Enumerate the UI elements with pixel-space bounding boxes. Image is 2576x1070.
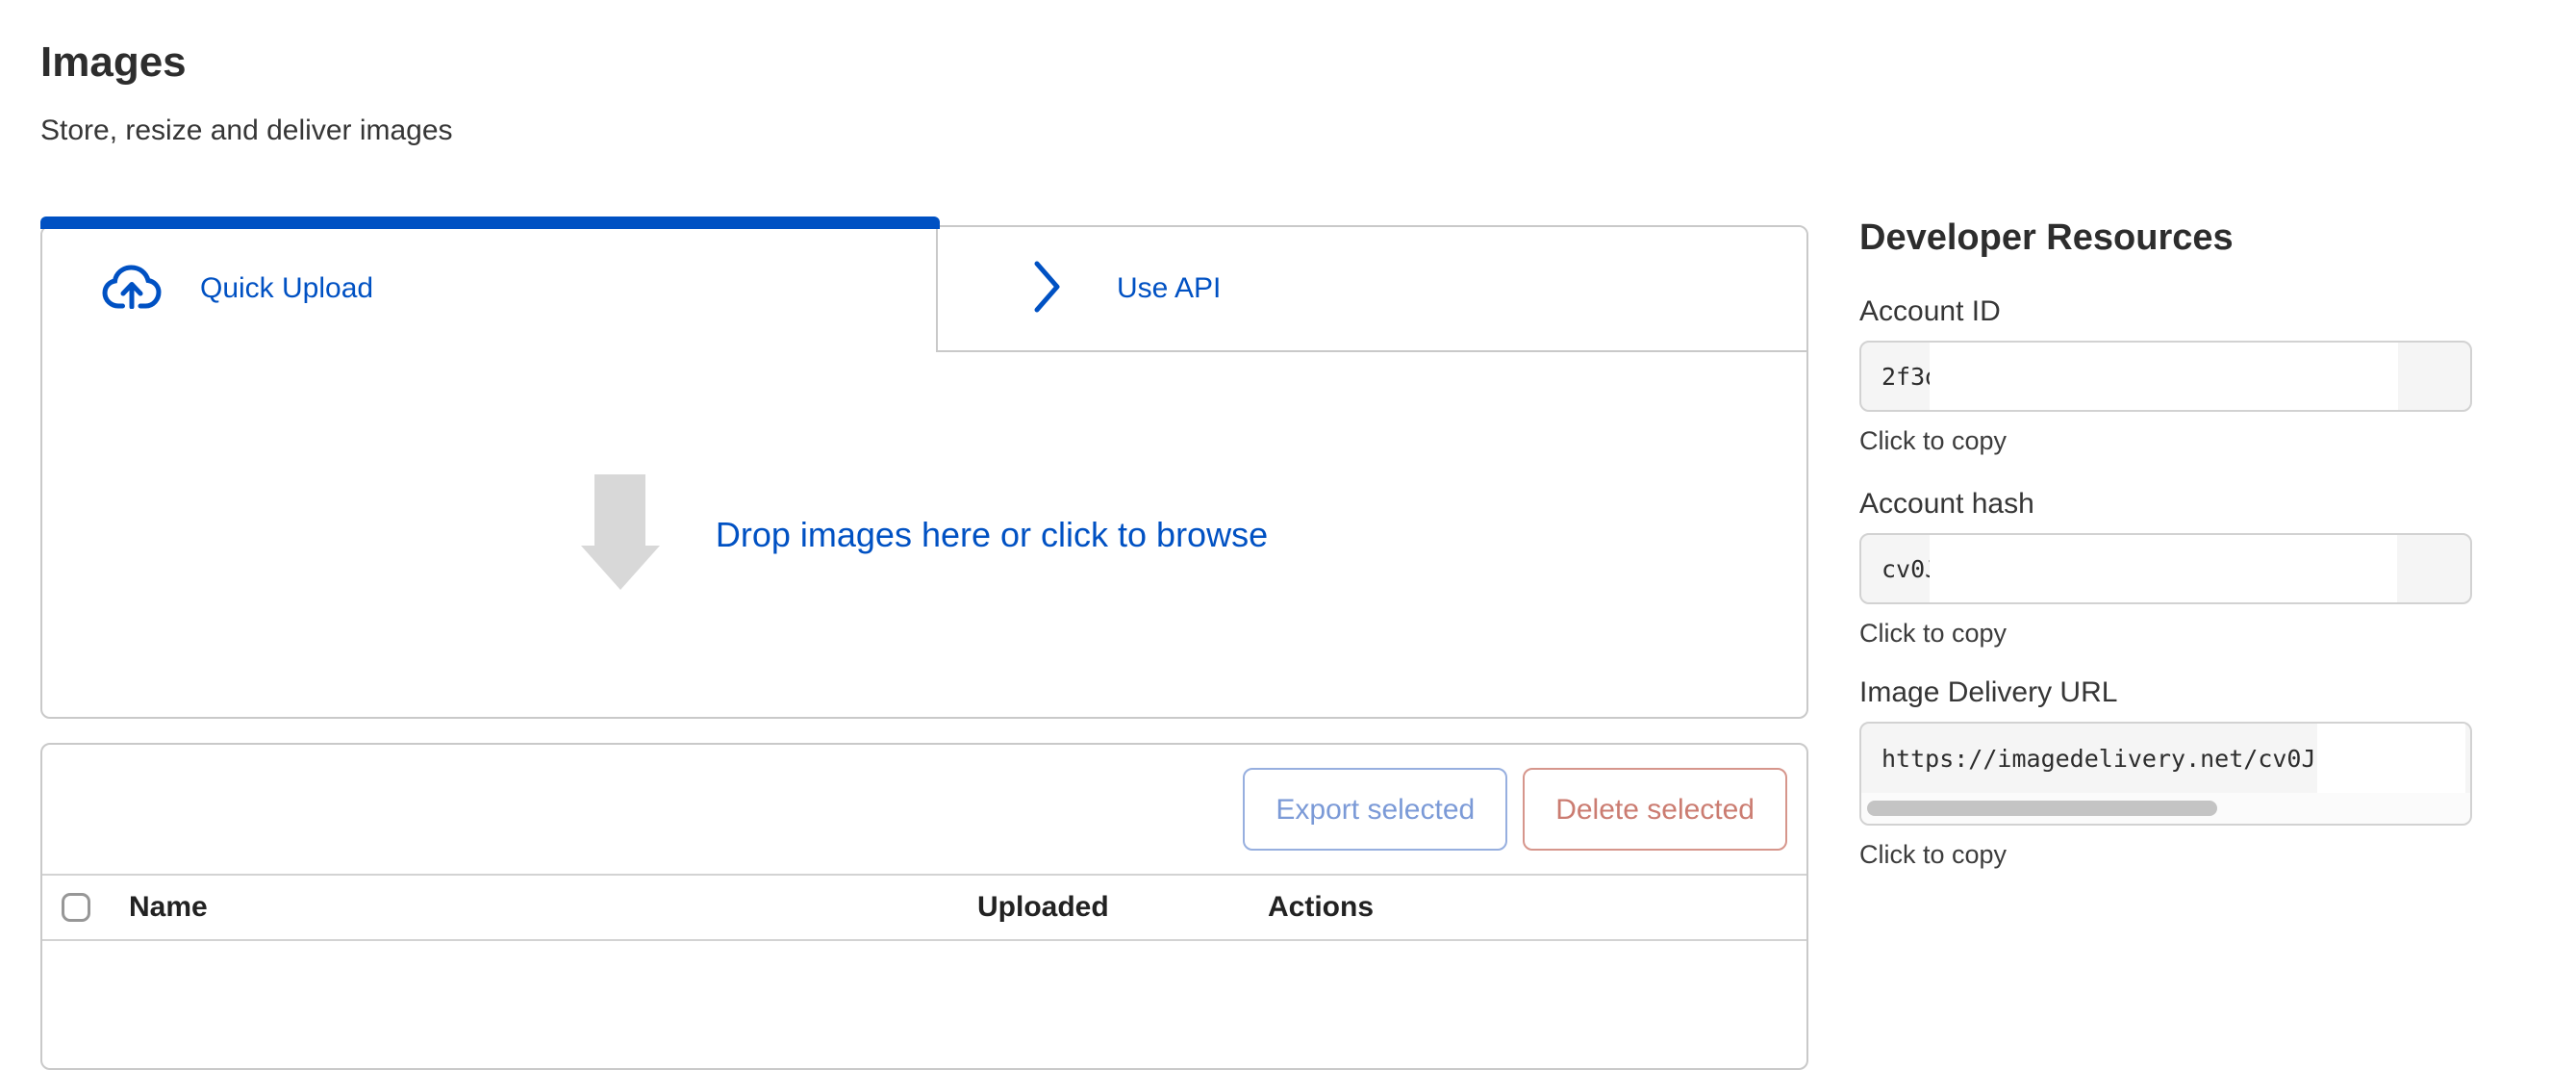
image-dropzone[interactable]: Drop images here or click to browse — [42, 352, 1806, 717]
chevron-right-icon — [1030, 259, 1063, 319]
image-delivery-url-copy-hint: Click to copy — [1859, 839, 2007, 870]
column-header-actions: Actions — [1268, 891, 1374, 924]
tab-quick-upload[interactable]: Quick Upload — [42, 227, 936, 350]
upload-card: Quick Upload Use API Drop images here or… — [40, 225, 1808, 719]
image-list-card: Export selected Delete selected Name Upl… — [40, 743, 1808, 1070]
account-hash-field[interactable]: cv0J — [1859, 533, 2472, 604]
horizontal-scrollbar-track — [1861, 793, 2470, 824]
export-selected-button[interactable]: Export selected — [1243, 768, 1507, 851]
image-delivery-url-value: https://imagedelivery.net/cv0JS — [1881, 745, 2331, 773]
arrow-down-icon — [581, 474, 660, 595]
tab-use-api[interactable]: Use API — [936, 227, 1806, 352]
account-hash-redaction — [1930, 535, 2397, 602]
select-all-checkbox[interactable] — [62, 893, 90, 922]
column-header-name: Name — [129, 891, 208, 924]
list-toolbar: Export selected Delete selected — [42, 745, 1806, 874]
dropzone-label: Drop images here or click to browse — [716, 515, 1268, 555]
account-id-field[interactable]: 2f3d — [1859, 341, 2472, 412]
account-hash-label: Account hash — [1859, 487, 2034, 522]
table-header-row: Name Uploaded Actions — [42, 874, 1806, 941]
developer-resources-title: Developer Resources — [1859, 216, 2234, 260]
account-hash-copy-hint: Click to copy — [1859, 618, 2007, 649]
cloud-upload-icon — [102, 265, 162, 314]
image-delivery-url-field[interactable]: https://imagedelivery.net/cv0JS : — [1859, 722, 2472, 826]
account-id-copy-hint: Click to copy — [1859, 425, 2007, 456]
tab-use-api-label: Use API — [1117, 272, 1221, 305]
horizontal-scrollbar-thumb[interactable] — [1867, 801, 2217, 816]
image-delivery-url-label: Image Delivery URL — [1859, 675, 2117, 710]
page-title: Images — [40, 38, 187, 87]
page-subtitle: Store, resize and deliver images — [40, 114, 453, 148]
account-id-label: Account ID — [1859, 294, 2001, 329]
account-id-redaction — [1930, 343, 2398, 410]
active-tab-indicator — [40, 217, 940, 229]
image-delivery-url-redaction — [2317, 724, 2465, 793]
column-header-uploaded: Uploaded — [977, 891, 1109, 924]
delete-selected-button[interactable]: Delete selected — [1523, 768, 1787, 851]
image-delivery-url-partial-char: : — [2467, 745, 2472, 773]
tab-quick-upload-label: Quick Upload — [200, 272, 373, 305]
